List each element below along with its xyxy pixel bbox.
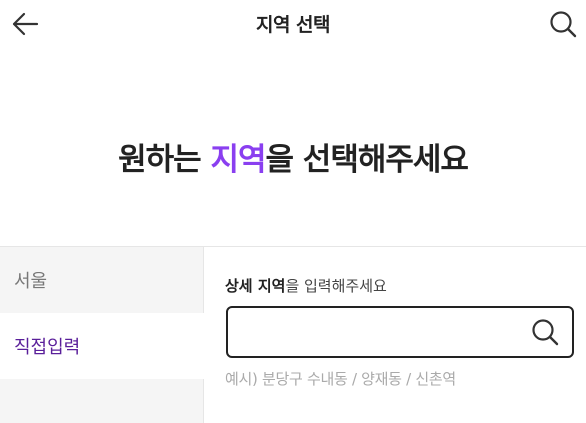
detail-hint: 예시) 분당구 수내동 / 양재동 / 신촌역: [225, 370, 456, 388]
detail-search-box: [226, 306, 574, 358]
headline: 원하는 지역을 선택해주세요: [0, 134, 586, 179]
region-select-screen: 지역 선택 원하는 지역을 선택해주세요 서울 직접입력 상세 지역을 입력해주…: [0, 0, 586, 423]
search-icon: [532, 319, 559, 346]
detail-label-bold: 상세 지역: [225, 277, 286, 295]
region-sidebar: 서울 직접입력: [0, 247, 204, 423]
search-icon: [550, 11, 577, 38]
sidebar-item-seoul[interactable]: 서울: [0, 247, 204, 313]
detail-label-rest: 을 입력해주세요: [285, 277, 387, 295]
detail-search-input[interactable]: [240, 308, 520, 356]
header-search-button[interactable]: [546, 7, 580, 41]
detail-panel: 상세 지역을 입력해주세요 예시) 분당구 수내동 / 양재동 / 신촌역: [205, 247, 586, 423]
headline-accent: 지역: [210, 142, 266, 178]
page-title: 지역 선택: [255, 14, 331, 36]
headline-after: 을 선택해주세요: [265, 142, 468, 178]
headline-before: 원하는: [118, 142, 211, 178]
sidebar-item-direct-input[interactable]: 직접입력: [0, 313, 204, 379]
detail-search-button[interactable]: [530, 317, 560, 347]
top-header: 지역 선택: [0, 0, 586, 48]
detail-label: 상세 지역을 입력해주세요: [225, 275, 387, 296]
